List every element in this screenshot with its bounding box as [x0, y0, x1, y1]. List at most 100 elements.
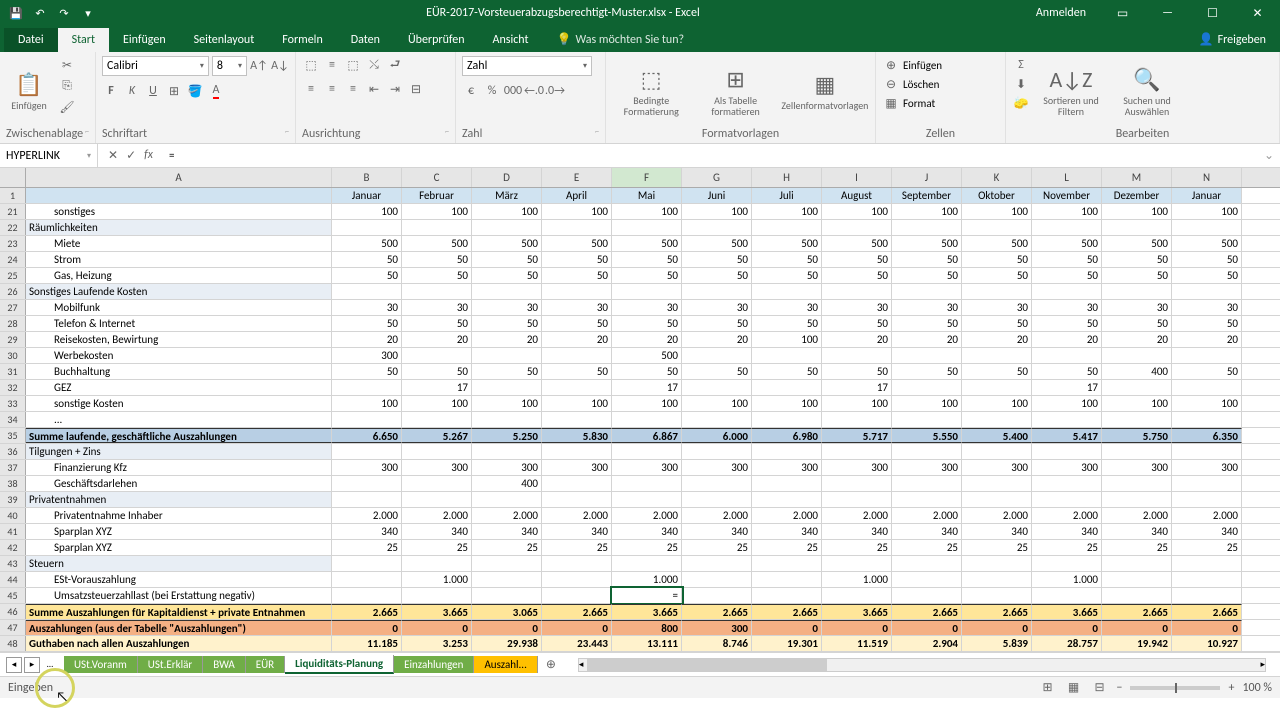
cell[interactable] [822, 412, 892, 427]
cell[interactable]: 50 [1032, 268, 1102, 283]
cell[interactable] [402, 492, 472, 507]
clipboard-launcher[interactable]: ⌐ [85, 127, 89, 141]
hscrollbar[interactable]: ◂▸ [578, 658, 1266, 672]
row-header-45[interactable]: 45 [0, 588, 26, 603]
row-header-38[interactable]: 38 [0, 476, 26, 491]
row-header-34[interactable]: 34 [0, 412, 26, 427]
tab-layout[interactable]: Seitenlayout [180, 28, 269, 52]
cell[interactable]: 30 [962, 300, 1032, 315]
underline-icon[interactable]: U [144, 82, 162, 100]
cell[interactable]: 30 [822, 300, 892, 315]
align-right-icon[interactable]: ≡ [344, 80, 362, 98]
cell[interactable]: 400 [472, 476, 542, 491]
percent-icon[interactable]: % [483, 82, 501, 100]
cell[interactable] [892, 284, 962, 299]
cell[interactable]: 17 [612, 380, 682, 395]
tab-nav-more[interactable]: … [42, 657, 58, 673]
align-middle-icon[interactable]: ≡ [323, 56, 341, 74]
sheet-voranm[interactable]: USt.Voranm [64, 656, 138, 673]
cancel-formula-icon[interactable]: ✕ [108, 148, 118, 163]
cell[interactable]: 100 [332, 204, 402, 219]
col-header-F[interactable]: F [612, 168, 682, 187]
cell[interactable]: 6.000 [682, 428, 752, 443]
cell[interactable]: 100 [1032, 396, 1102, 411]
cell[interactable]: 100 [472, 204, 542, 219]
cell[interactable]: 500 [1032, 236, 1102, 251]
tab-nav-first[interactable]: ◂ [6, 657, 22, 673]
cell[interactable] [822, 444, 892, 459]
cell[interactable] [472, 220, 542, 235]
cell[interactable] [962, 412, 1032, 427]
format-painter-icon[interactable]: 🖌 [58, 98, 76, 116]
cell[interactable]: 0 [402, 620, 472, 635]
cell[interactable] [1102, 492, 1172, 507]
cell[interactable] [892, 588, 962, 603]
cell[interactable]: 50 [472, 268, 542, 283]
row-header-41[interactable]: 41 [0, 524, 26, 539]
cell[interactable] [892, 412, 962, 427]
zoom-out-icon[interactable]: − [1116, 681, 1122, 695]
cell[interactable]: 50 [542, 252, 612, 267]
cell[interactable] [612, 444, 682, 459]
cell[interactable] [962, 348, 1032, 363]
cell[interactable] [682, 556, 752, 571]
cell[interactable]: 50 [892, 316, 962, 331]
cell[interactable]: 340 [1102, 524, 1172, 539]
cell[interactable]: 340 [682, 524, 752, 539]
cell[interactable]: 340 [402, 524, 472, 539]
cell[interactable] [1172, 412, 1242, 427]
cell[interactable] [542, 220, 612, 235]
cell[interactable] [682, 412, 752, 427]
cell[interactable]: 50 [892, 252, 962, 267]
cell[interactable]: 500 [822, 236, 892, 251]
table-fmt-button[interactable]: ⊞Als Tabelle formatieren [696, 56, 774, 126]
merge-icon[interactable]: ⊟ [407, 80, 425, 98]
cell[interactable] [822, 492, 892, 507]
cell[interactable]: 50 [752, 268, 822, 283]
cell[interactable]: 50 [402, 364, 472, 379]
cell[interactable]: 0 [1172, 620, 1242, 635]
tab-review[interactable]: Überprüfen [394, 28, 479, 52]
cell[interactable]: 30 [682, 300, 752, 315]
cell[interactable] [962, 572, 1032, 587]
cell[interactable]: 30 [1102, 300, 1172, 315]
cell[interactable] [332, 220, 402, 235]
grow-font-icon[interactable]: A↑ [250, 57, 268, 75]
close-icon[interactable]: ✕ [1235, 0, 1280, 26]
cell[interactable]: 3.065 [472, 604, 542, 619]
row-header-31[interactable]: 31 [0, 364, 26, 379]
col-header-B[interactable]: B [332, 168, 402, 187]
cell[interactable]: 25 [822, 540, 892, 555]
sheet-liq[interactable]: Liquiditäts-Planung [285, 655, 394, 674]
cell[interactable]: 50 [472, 316, 542, 331]
cell[interactable]: 100 [752, 204, 822, 219]
clear-icon[interactable]: 🧽 [1012, 94, 1030, 112]
cell[interactable]: 17 [402, 380, 472, 395]
cell[interactable] [682, 444, 752, 459]
cell[interactable]: 2.000 [1032, 508, 1102, 523]
cell[interactable] [962, 476, 1032, 491]
cell[interactable]: 50 [1172, 268, 1242, 283]
cell[interactable]: = [612, 588, 682, 603]
cell[interactable] [822, 284, 892, 299]
cell[interactable] [1032, 492, 1102, 507]
font-color-icon[interactable]: A [207, 82, 225, 100]
qat-customize-icon[interactable]: ▾ [80, 5, 96, 21]
cell[interactable]: 2.000 [402, 508, 472, 523]
align-top-icon[interactable]: ⬚ [302, 56, 320, 74]
cell[interactable] [892, 380, 962, 395]
row-header-42[interactable]: 42 [0, 540, 26, 555]
cell[interactable]: 2.000 [822, 508, 892, 523]
cell[interactable]: 50 [612, 316, 682, 331]
tab-file[interactable]: Datei [4, 28, 58, 52]
cell[interactable]: 300 [892, 460, 962, 475]
select-all[interactable] [0, 168, 26, 187]
currency-icon[interactable]: € [462, 82, 480, 100]
cell[interactable] [962, 380, 1032, 395]
cell[interactable] [1102, 572, 1172, 587]
cell[interactable]: 20 [1172, 332, 1242, 347]
cell[interactable]: 25 [542, 540, 612, 555]
cell[interactable] [472, 412, 542, 427]
cell[interactable]: 50 [962, 252, 1032, 267]
cell[interactable]: 500 [542, 236, 612, 251]
